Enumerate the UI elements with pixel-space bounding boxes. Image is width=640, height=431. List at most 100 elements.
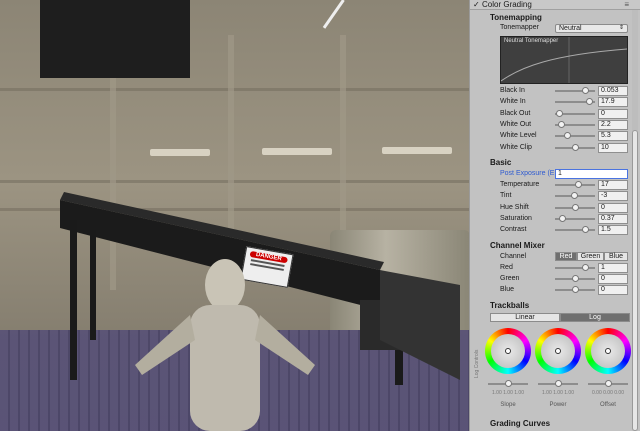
- channel-mixer-title: Channel Mixer: [490, 241, 545, 250]
- temperature-slider[interactable]: [555, 181, 595, 188]
- post-exposure-label: Post Exposure (E: [500, 170, 555, 177]
- curve-graph: [501, 37, 627, 83]
- slider-knob[interactable]: [582, 87, 589, 94]
- channel-red-button[interactable]: Red: [555, 252, 577, 261]
- tab-linear[interactable]: Linear: [490, 313, 560, 322]
- channel-green-button[interactable]: Green: [577, 252, 604, 261]
- white-out-field[interactable]: 2.2: [598, 119, 628, 130]
- red-slider[interactable]: [555, 264, 595, 271]
- slider-knob[interactable]: [605, 380, 612, 387]
- scrollbar-thumb[interactable]: [632, 130, 638, 431]
- slider-knob[interactable]: [575, 181, 583, 188]
- slider-knob[interactable]: [556, 109, 563, 117]
- tint-label: Tint: [500, 192, 512, 200]
- contrast-field[interactable]: 1.5: [598, 225, 628, 236]
- tonemapper-dropdown[interactable]: Neutral ⇕: [555, 24, 628, 33]
- slider-knob[interactable]: [572, 275, 579, 282]
- game-view[interactable]: DANGER: [0, 0, 469, 431]
- slider-knob[interactable]: [564, 132, 571, 140]
- trackballs-title: Trackballs: [490, 301, 530, 310]
- tonemapping-white-in-row: White In 17.9: [500, 97, 628, 108]
- saturation-label: Saturation: [500, 214, 532, 222]
- power-slider[interactable]: [538, 380, 578, 387]
- component-title: Color Grading: [482, 0, 532, 9]
- tonemapping-white-level-row: White Level 5.3: [500, 131, 628, 142]
- basic-title: Basic: [490, 158, 512, 167]
- slider-knob[interactable]: [555, 380, 562, 387]
- tonemapping-white-clip-row: White Clip 10: [500, 142, 628, 153]
- dropdown-arrow-icon: ⇕: [618, 25, 624, 31]
- white-level-field[interactable]: 5.3: [598, 131, 628, 142]
- power-trackball[interactable]: [535, 328, 581, 374]
- white-in-field[interactable]: 17.9: [598, 97, 628, 108]
- tonemapping-black-out-row: Black Out 0: [500, 108, 628, 119]
- black-in-label: Black In: [500, 87, 525, 94]
- mixer-red-row: Red 1: [500, 263, 628, 273]
- blue-field[interactable]: 0: [598, 285, 628, 295]
- slider-knob[interactable]: [572, 203, 579, 211]
- white-in-slider[interactable]: [555, 98, 595, 106]
- tonemapping-title: Tonemapping: [490, 13, 542, 22]
- slider-knob[interactable]: [505, 380, 512, 387]
- tint-field[interactable]: -3: [598, 191, 628, 202]
- offset-label: Offset: [600, 402, 616, 408]
- saturation-slider[interactable]: [555, 214, 595, 222]
- black-out-slider[interactable]: [555, 109, 595, 117]
- offset-trackball[interactable]: [585, 328, 631, 374]
- slider-knob[interactable]: [572, 143, 579, 151]
- blue-label: Blue: [500, 286, 515, 293]
- basic-hue-shift-row: Hue Shift 0: [500, 202, 628, 213]
- channel-blue-button[interactable]: Blue: [604, 252, 628, 261]
- basic-temperature-row: Temperature 17: [500, 180, 628, 190]
- color-grading-header[interactable]: ✓ Color Grading ≡: [470, 0, 640, 10]
- white-out-label: White Out: [500, 120, 532, 128]
- white-level-label: White Level: [500, 132, 537, 140]
- red-field[interactable]: 1: [598, 263, 628, 273]
- slope-label: Slope: [500, 402, 516, 408]
- slider-knob[interactable]: [572, 286, 579, 293]
- slider-knob[interactable]: [558, 120, 565, 128]
- tab-log[interactable]: Log: [560, 313, 630, 322]
- white-clip-field[interactable]: 10: [598, 142, 628, 153]
- slider-knob[interactable]: [559, 214, 567, 222]
- temperature-label: Temperature: [500, 181, 540, 188]
- post-exposure-field[interactable]: 1: [555, 169, 628, 179]
- black-out-label: Black Out: [500, 109, 531, 117]
- component-menu-icon[interactable]: ≡: [624, 0, 629, 10]
- white-in-label: White In: [500, 98, 526, 106]
- saturation-field[interactable]: 0.37: [598, 213, 628, 224]
- blue-slider[interactable]: [555, 286, 595, 293]
- black-out-field[interactable]: 0: [598, 108, 628, 119]
- tonemapper-value: Neutral: [559, 25, 582, 32]
- white-level-slider[interactable]: [555, 132, 595, 140]
- offset-slider[interactable]: [588, 380, 628, 387]
- player-character: [135, 259, 315, 431]
- hue-shift-field[interactable]: 0: [598, 202, 628, 213]
- tonemapping-black-in-row: Black In 0.053: [500, 86, 628, 96]
- black-in-field[interactable]: 0.053: [598, 86, 628, 96]
- basic-tint-row: Tint -3: [500, 191, 628, 202]
- green-slider[interactable]: [555, 275, 595, 282]
- inspector-panel: ✓ Color Grading ≡ Tonemapping Tonemapper…: [469, 0, 640, 431]
- white-clip-slider[interactable]: [555, 143, 595, 151]
- white-out-slider[interactable]: [555, 120, 595, 128]
- enable-checkbox[interactable]: ✓: [473, 0, 480, 10]
- temperature-field[interactable]: 17: [598, 180, 628, 190]
- slope-trackball[interactable]: [485, 328, 531, 374]
- slope-slider[interactable]: [488, 380, 528, 387]
- grading-curves-title: Grading Curves: [490, 419, 551, 428]
- hue-shift-slider[interactable]: [555, 203, 595, 211]
- contrast-slider[interactable]: [555, 226, 595, 234]
- green-field[interactable]: 0: [598, 274, 628, 284]
- slider-knob[interactable]: [586, 98, 593, 106]
- slider-knob[interactable]: [582, 226, 589, 234]
- slider-knob[interactable]: [571, 192, 579, 200]
- post-exposure-row: Post Exposure (E 1: [500, 169, 628, 179]
- slope-values: 1.00 1.00 1.00: [492, 390, 524, 396]
- inspector-scrollbar[interactable]: [632, 10, 638, 431]
- slider-knob[interactable]: [582, 264, 589, 271]
- black-in-slider[interactable]: [555, 87, 595, 94]
- power-values: 1.00 1.00 1.00: [542, 390, 574, 396]
- tint-slider[interactable]: [555, 192, 595, 200]
- log-controls-label: Log Controls: [474, 349, 480, 378]
